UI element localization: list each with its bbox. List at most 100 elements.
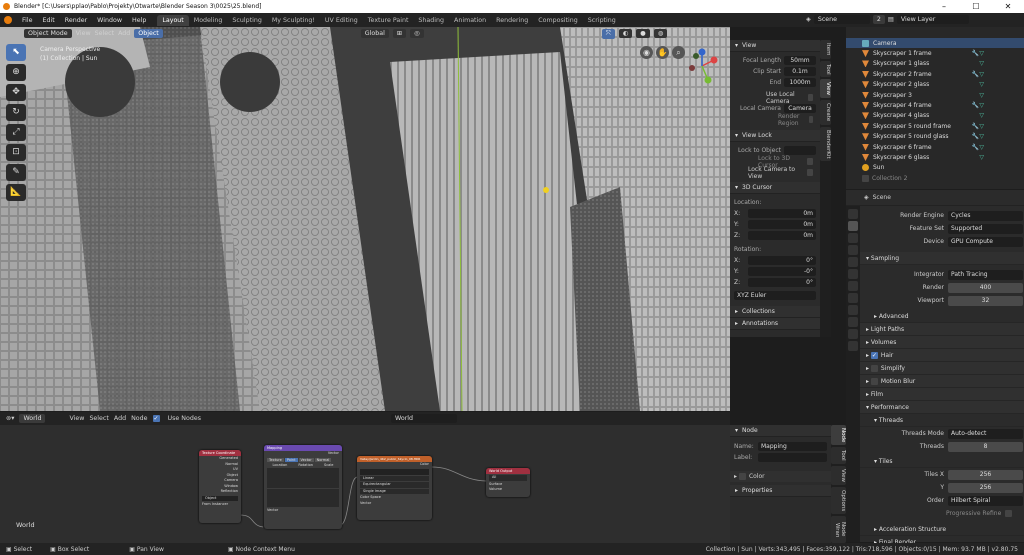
data-tab-icon[interactable]	[848, 341, 858, 351]
node-tab-view[interactable]: View	[831, 466, 846, 486]
scene-tab-icon[interactable]	[848, 257, 858, 267]
simplify-checkbox[interactable]	[870, 364, 878, 372]
menu-help[interactable]: Help	[127, 17, 151, 24]
outliner-item-sun[interactable]: Sun	[846, 163, 1024, 173]
outliner-item[interactable]: Skyscraper 5 round frame 🔧▽	[846, 121, 1024, 131]
camera-view-icon[interactable]: ◉	[640, 46, 653, 59]
image-datablock-field[interactable]	[360, 468, 429, 475]
workspace-tab-uv-editing[interactable]: UV Editing	[320, 15, 363, 26]
scene-user-count[interactable]: 2	[872, 15, 885, 24]
mapping-node[interactable]: Mapping Vector Texture Point Vector Norm…	[264, 445, 342, 529]
node-properties-header[interactable]: ▸ Properties	[730, 485, 831, 497]
editor-type-icon[interactable]: ⊚▾	[6, 415, 14, 422]
sidebar-tab-item[interactable]: Item	[820, 40, 831, 59]
viewport-menu-select[interactable]: Select	[95, 30, 114, 37]
sidebar-tab-blenderkit[interactable]: BlenderKit	[820, 126, 831, 162]
texture-coordinate-node[interactable]: Texture Coordinate Generated Normal UV O…	[199, 450, 241, 523]
menu-window[interactable]: Window	[92, 17, 127, 24]
workspace-tab-rendering[interactable]: Rendering	[491, 15, 533, 26]
world-datablock-field[interactable]: World	[391, 414, 457, 423]
cursor-location-x[interactable]: 0m	[748, 209, 816, 218]
outliner-item[interactable]: Skyscraper 4 frame 🔧▽	[846, 100, 1024, 110]
cursor-location-y[interactable]: 0m	[748, 220, 816, 229]
world-tab-icon[interactable]	[848, 269, 858, 279]
constraints-tab-icon[interactable]	[848, 329, 858, 339]
particles-tab-icon[interactable]	[848, 305, 858, 315]
viewport-samples-field[interactable]: 32	[948, 295, 1023, 306]
viewport-menu-add[interactable]: Add	[118, 30, 130, 37]
node-name-field[interactable]: Mapping	[758, 442, 827, 451]
cursor-rotation-z[interactable]: 0°	[748, 278, 816, 287]
simplify-panel[interactable]: ▸ Simplify	[846, 362, 1024, 375]
node-menu-node[interactable]: Node	[131, 415, 147, 422]
clip-start-field[interactable]: 0.1m	[784, 67, 816, 76]
blender-menu-icon[interactable]	[4, 16, 12, 24]
snap-icon[interactable]: ⊞	[392, 29, 407, 38]
motion-blur-checkbox[interactable]	[870, 377, 878, 385]
node-color-checkbox[interactable]	[738, 473, 746, 480]
workspace-tab-animation[interactable]: Animation	[449, 15, 491, 26]
cursor-location-z[interactable]: 0m	[748, 231, 816, 240]
menu-render[interactable]: Render	[60, 17, 92, 24]
render-engine-dropdown[interactable]: Cycles	[948, 210, 1023, 221]
workspace-tab-shading[interactable]: Shading	[413, 15, 449, 26]
viewport-menu-view[interactable]: View	[76, 30, 91, 37]
menu-file[interactable]: File	[17, 17, 38, 24]
motion-blur-panel[interactable]: ▸ Motion Blur	[846, 375, 1024, 388]
3d-cursor-header[interactable]: ▾ 3D Cursor	[730, 182, 820, 194]
physics-tab-icon[interactable]	[848, 317, 858, 327]
outliner-item-camera[interactable]: Camera	[846, 38, 1024, 49]
sidebar-tab-tool[interactable]: Tool	[820, 60, 831, 78]
lock-3d-cursor-checkbox[interactable]	[807, 158, 813, 165]
tiles-panel[interactable]: ▾ Tiles	[846, 455, 1024, 468]
threads-mode-dropdown[interactable]: Auto-detect	[948, 428, 1023, 439]
clip-end-field[interactable]: 1000m	[784, 78, 816, 87]
cursor-rotation-y[interactable]: -0°	[748, 267, 816, 276]
outliner-item[interactable]: Skyscraper 6 frame 🔧▽	[846, 142, 1024, 152]
scale-tool-icon[interactable]: ⤢	[6, 124, 26, 141]
annotations-header[interactable]: ▸ Annotations	[730, 318, 820, 330]
3d-viewport[interactable]	[0, 27, 730, 411]
view-lock-header[interactable]: ▾ View Lock	[730, 130, 820, 142]
mapping-values-grid[interactable]	[267, 467, 339, 488]
workspace-tab-texture-paint[interactable]: Texture Paint	[363, 15, 414, 26]
cursor-rotation-x[interactable]: 0°	[748, 256, 816, 265]
rotate-tool-icon[interactable]: ↻	[6, 104, 26, 121]
output-tab-icon[interactable]	[848, 233, 858, 243]
select-tool-icon[interactable]: ⬉	[6, 44, 26, 61]
annotate-tool-icon[interactable]: ✎	[6, 164, 26, 181]
use-nodes-checkbox[interactable]: ✓	[152, 415, 160, 422]
view-layer-tab-icon[interactable]	[848, 245, 858, 255]
scene-selector[interactable]: Scene	[813, 15, 870, 24]
collections-header[interactable]: ▸ Collections	[730, 306, 820, 318]
rotation-mode-dropdown[interactable]: XYZ Euler	[734, 291, 816, 300]
render-region-checkbox[interactable]	[808, 116, 813, 123]
node-editor-canvas[interactable]: Texture Coordinate Generated Normal UV O…	[0, 425, 730, 543]
overlay-icon[interactable]: ◐	[618, 29, 633, 38]
shading-solid-icon[interactable]: ●	[636, 29, 650, 38]
proportional-edit-icon[interactable]: ◎	[410, 29, 424, 38]
workspace-tab-modeling[interactable]: Modeling	[189, 15, 228, 26]
node-label-field[interactable]	[758, 453, 827, 462]
outliner-item[interactable]: Skyscraper 2 glass ▽	[846, 80, 1024, 90]
shader-type-dropdown[interactable]: World	[19, 414, 46, 423]
lock-camera-to-view-checkbox[interactable]	[806, 169, 813, 176]
mode-selector[interactable]: Object Mode	[24, 29, 72, 38]
node-panel-header[interactable]: ▾ Node	[730, 425, 831, 437]
axis-gizmo[interactable]	[682, 46, 722, 86]
node-menu-select[interactable]: Select	[89, 415, 108, 422]
tiles-x-field[interactable]: 256	[948, 469, 1023, 480]
progressive-refine-checkbox[interactable]	[1005, 510, 1013, 517]
outliner-item[interactable]: Skyscraper 1 glass ▽	[846, 59, 1024, 69]
outliner-item[interactable]: Skyscraper 1 frame 🔧▽	[846, 48, 1024, 58]
transform-tool-icon[interactable]: ⊡	[6, 144, 26, 161]
cursor-tool-icon[interactable]: ⊕	[6, 64, 26, 81]
object-tab-icon[interactable]	[848, 281, 858, 291]
hair-panel[interactable]: ▸ ✓ Hair	[846, 349, 1024, 362]
outliner-item[interactable]: Skyscraper 5 round glass 🔧▽	[846, 132, 1024, 142]
outliner-item-collection[interactable]: Collection 2	[846, 173, 1024, 183]
workspace-tab-my-sculpting[interactable]: My Sculpting!	[267, 15, 320, 26]
focal-length-field[interactable]: 50mm	[784, 56, 816, 65]
outliner-item[interactable]: Skyscraper 4 glass ▽	[846, 111, 1024, 121]
collection-checkbox[interactable]	[862, 174, 869, 182]
